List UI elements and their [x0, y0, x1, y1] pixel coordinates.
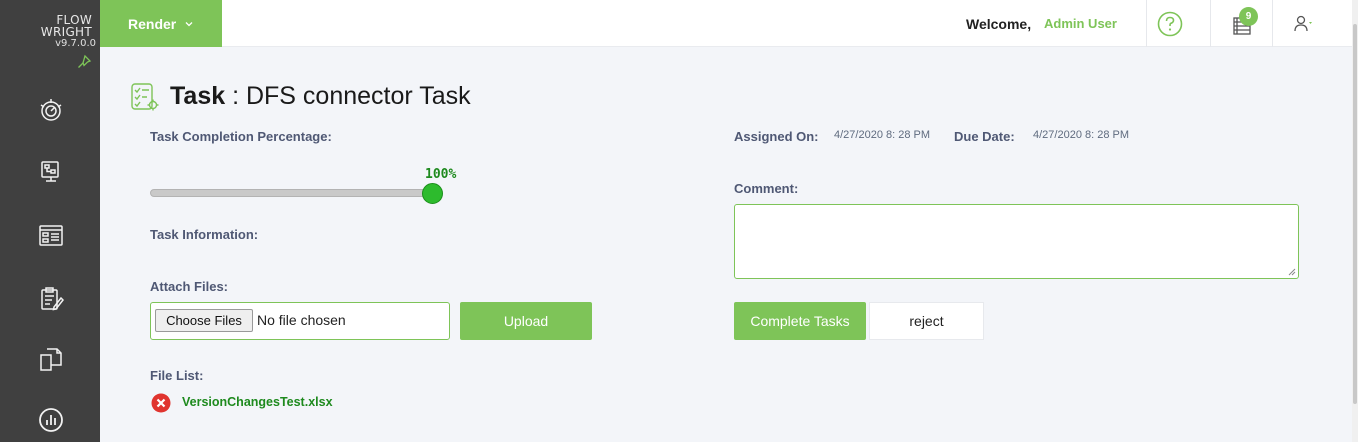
- delete-file-icon[interactable]: [151, 393, 171, 413]
- reports-icon[interactable]: [37, 406, 65, 434]
- logo-text: FLOW WRIGHT: [40, 13, 92, 39]
- due-date-value: 4/27/2020 8: 28 PM: [1033, 129, 1130, 141]
- choose-files-button[interactable]: Choose Files: [155, 309, 253, 332]
- welcome-label: Welcome,: [966, 16, 1032, 32]
- due-date-label: Due Date:: [954, 129, 1015, 144]
- completion-percentage-value: 100%: [425, 167, 457, 182]
- completion-percentage-label: Task Completion Percentage:: [150, 129, 332, 144]
- flowwright-logo[interactable]: FLOW WRIGHT v9.7.0.0: [0, 8, 100, 78]
- divider: [1272, 0, 1273, 47]
- file-list-label: File List:: [150, 368, 204, 383]
- documents-icon[interactable]: [37, 345, 65, 373]
- help-icon[interactable]: [1157, 11, 1183, 37]
- upload-button[interactable]: Upload: [460, 302, 592, 340]
- completion-slider-track[interactable]: [150, 189, 434, 197]
- complete-tasks-button[interactable]: Complete Tasks: [734, 302, 866, 340]
- reject-button[interactable]: reject: [869, 302, 984, 340]
- task-settings-icon: [131, 83, 159, 111]
- assigned-on-value: 4/27/2020 8: 28 PM: [834, 129, 931, 141]
- forms-icon[interactable]: [37, 222, 65, 250]
- user-name-link[interactable]: Admin User: [1044, 16, 1117, 31]
- no-file-chosen-text: No file chosen: [257, 312, 346, 328]
- completion-slider-handle[interactable]: [422, 183, 443, 204]
- divider: [1210, 0, 1211, 47]
- tasks-icon[interactable]: [37, 285, 65, 313]
- dashboard-icon[interactable]: [37, 96, 65, 124]
- top-bar: Render Welcome, Admin User 9: [100, 0, 1352, 47]
- render-label: Render: [128, 15, 177, 32]
- comment-label: Comment:: [734, 181, 799, 196]
- user-account-icon[interactable]: [1293, 14, 1315, 34]
- workflow-design-icon[interactable]: [37, 158, 65, 186]
- sidebar: FLOW WRIGHT v9.7.0.0: [0, 0, 100, 442]
- task-information-label: Task Information:: [150, 227, 259, 242]
- attach-files-label: Attach Files:: [150, 279, 229, 294]
- inbox-count-badge: 9: [1239, 7, 1258, 26]
- file-list-item[interactable]: VersionChangesTest.xlsx: [182, 395, 333, 409]
- resize-handle-icon[interactable]: [1288, 268, 1296, 276]
- scrollbar-thumb[interactable]: [1353, 24, 1357, 404]
- render-menu-button[interactable]: Render: [100, 0, 222, 47]
- pin-icon[interactable]: [76, 54, 92, 70]
- chevron-down-icon: [185, 21, 193, 26]
- assigned-on-label: Assigned On:: [734, 129, 819, 144]
- version-label: v9.7.0.0: [55, 38, 96, 49]
- page-title: Task : DFS connector Task: [170, 82, 471, 110]
- comment-textarea[interactable]: [734, 204, 1299, 279]
- divider: [1146, 0, 1147, 47]
